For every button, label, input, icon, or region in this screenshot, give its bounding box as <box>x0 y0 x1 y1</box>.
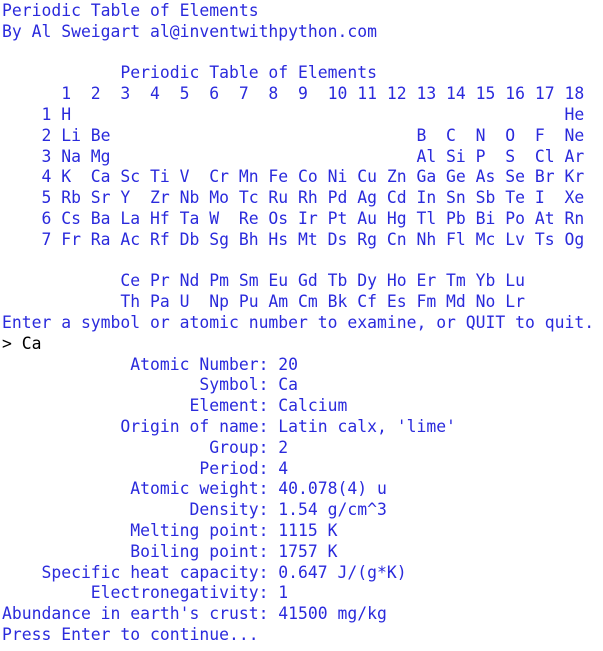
table-row-period-4: 4 K Ca Sc Ti V Cr Mn Fe Co Ni Cu Zn Ga G… <box>2 167 585 187</box>
table-row-period-6: 6 Cs Ba La Hf Ta W Re Os Ir Pt Au Hg Tl … <box>2 208 585 228</box>
program-title: Periodic Table of Elements <box>2 1 259 20</box>
input-prompt: Enter a symbol or atomic number to exami… <box>2 312 595 332</box>
detail-specific-heat: Specific heat capacity: 0.647 J/(g*K) <box>2 562 407 582</box>
detail-element: Element: Calcium <box>2 396 348 416</box>
table-row-period-2: 2 Li Be B C N O F Ne <box>2 125 585 145</box>
table-row-period-7: 7 Fr Ra Ac Rf Db Sg Bh Hs Mt Ds Rg Cn Nh… <box>2 229 585 249</box>
terminal-window[interactable]: Periodic Table of Elements By Al Sweigar… <box>0 0 603 651</box>
table-row-period-1: 1 H He <box>2 104 585 124</box>
detail-symbol: Symbol: Ca <box>2 375 299 395</box>
detail-abundance: Abundance in earth's crust: 41500 mg/kg <box>2 604 387 624</box>
detail-melting-point: Melting point: 1115 K <box>2 520 338 540</box>
table-row-period-3: 3 Na Mg Al Si P S Cl Ar <box>2 146 585 166</box>
detail-electronegativity: Electronegativity: 1 <box>2 583 289 603</box>
table-row-lanthanides: Ce Pr Nd Pm Sm Eu Gd Tb Dy Ho Er Tm Yb L… <box>2 271 526 291</box>
table-title: Periodic Table of Elements <box>2 63 377 83</box>
detail-boiling-point: Boiling point: 1757 K <box>2 541 338 561</box>
detail-origin-of-name: Origin of name: Latin calx, 'lime' <box>2 416 456 436</box>
detail-group: Group: 2 <box>2 437 289 457</box>
table-row-period-5: 5 Rb Sr Y Zr Nb Mo Tc Ru Rh Pd Ag Cd In … <box>2 188 585 208</box>
table-group-numbers: 1 2 3 4 5 6 7 8 9 10 11 12 13 14 15 16 1… <box>2 84 585 104</box>
detail-period: Period: 4 <box>2 458 289 478</box>
detail-density: Density: 1.54 g/cm^3 <box>2 500 387 520</box>
program-author: By Al Sweigart al@inventwithpython.com <box>2 21 377 41</box>
table-row-actinides: Th Pa U Np Pu Am Cm Bk Cf Es Fm Md No Lr <box>2 292 526 312</box>
detail-atomic-weight: Atomic weight: 40.078(4) u <box>2 479 387 499</box>
detail-atomic-number: Atomic Number: 20 <box>2 354 299 374</box>
continue-prompt: Press Enter to continue... <box>2 624 259 644</box>
user-input-line[interactable]: > Ca <box>0 334 603 355</box>
